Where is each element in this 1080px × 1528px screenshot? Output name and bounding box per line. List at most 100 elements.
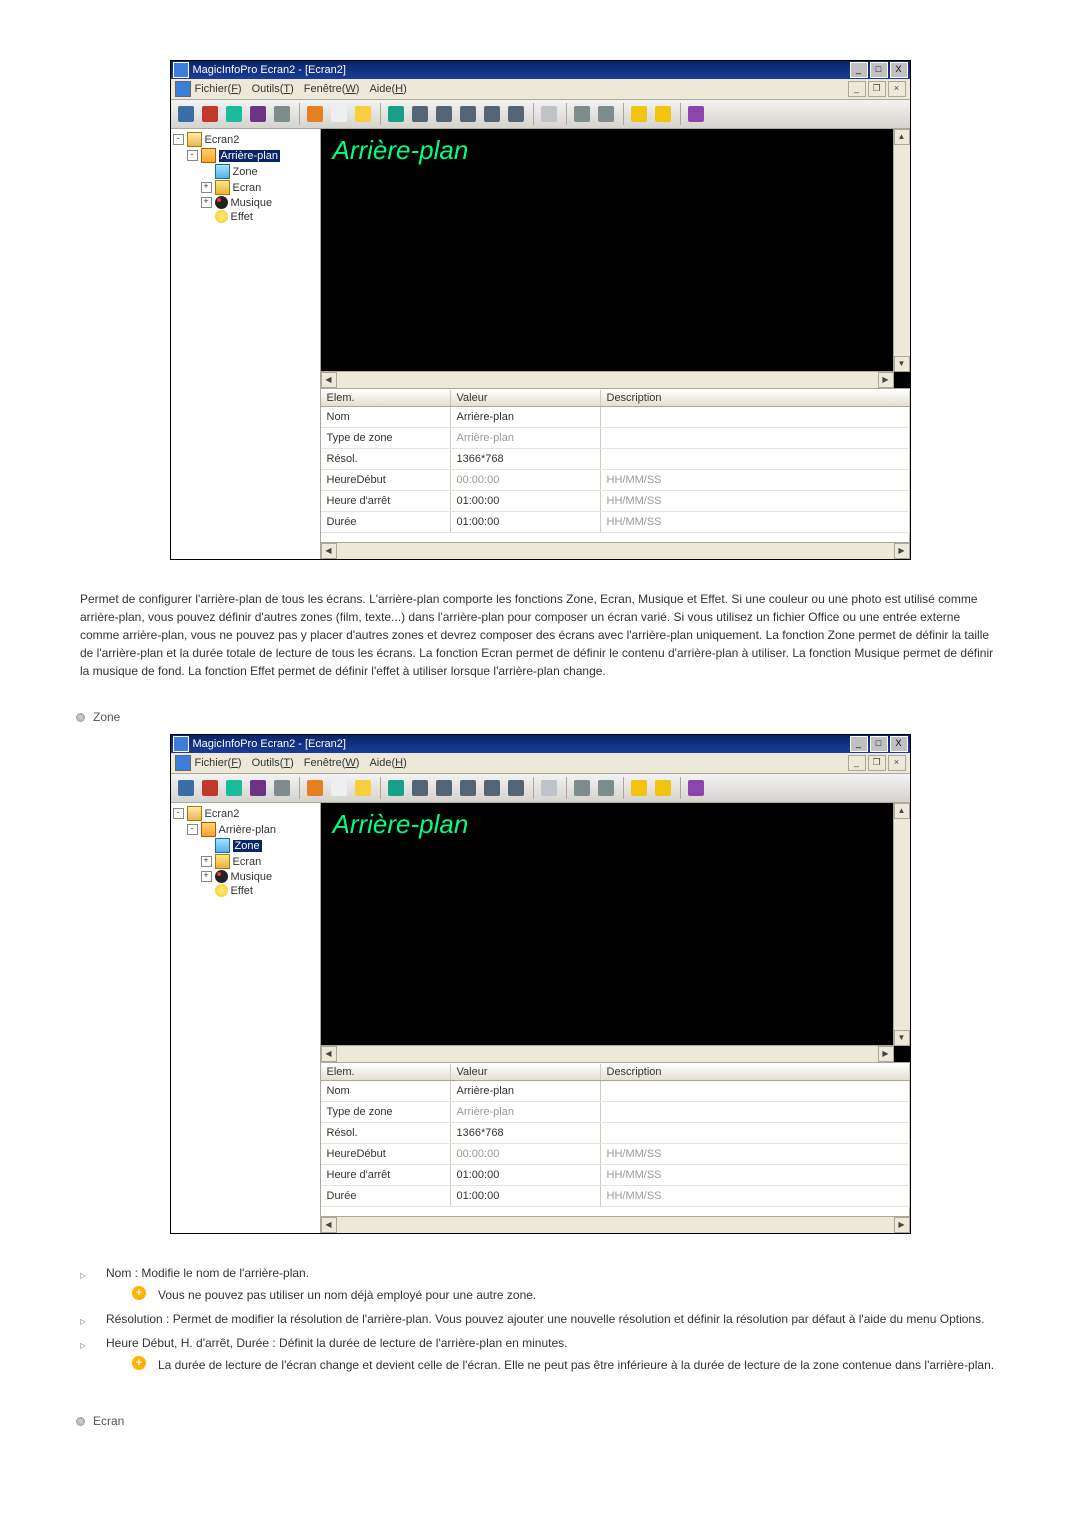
toolbar-button[interactable] (304, 103, 326, 125)
toolbar-button[interactable] (175, 103, 197, 125)
child-close-button[interactable]: × (888, 755, 906, 771)
prop-value[interactable]: 1366*768 (451, 449, 601, 469)
prop-value[interactable]: Arrière-plan (451, 1081, 601, 1101)
child-restore-button[interactable]: ❐ (868, 755, 886, 771)
scroll-down-icon[interactable]: ▼ (894, 1030, 910, 1046)
tree-ecran[interactable]: Ecran (233, 182, 262, 194)
scroll-left-icon[interactable]: ◀ (321, 1217, 337, 1233)
prop-value[interactable]: 00:00:00 (451, 1144, 601, 1164)
property-row[interactable]: Résol.1366*768 (321, 1123, 910, 1144)
toolbar-button[interactable] (385, 103, 407, 125)
prop-value[interactable]: Arrière-plan (451, 1102, 601, 1122)
preview-vscrollbar[interactable]: ▲ ▼ (893, 803, 910, 1046)
menu-help[interactable]: Aide(H) (369, 83, 406, 95)
toolbar-button[interactable] (505, 777, 527, 799)
menu-window[interactable]: Fenêtre(W) (304, 83, 360, 95)
scroll-right-icon[interactable]: ▶ (894, 543, 910, 559)
toolbar-button[interactable] (652, 777, 674, 799)
tree-ecran2[interactable]: Ecran2 (205, 134, 240, 146)
close-button[interactable]: X (890, 736, 908, 752)
menu-window[interactable]: Fenêtre(W) (304, 757, 360, 769)
toolbar-button[interactable] (481, 777, 503, 799)
toolbar-button[interactable] (175, 777, 197, 799)
child-close-button[interactable]: × (888, 81, 906, 97)
toolbar-button[interactable] (628, 103, 650, 125)
preview-hscrollbar[interactable]: ◀ ▶ (321, 1045, 894, 1062)
prop-value[interactable]: Arrière-plan (451, 428, 601, 448)
toolbar-button[interactable] (247, 103, 269, 125)
toolbar-button[interactable] (505, 103, 527, 125)
toolbar-button[interactable] (328, 103, 350, 125)
toolbar-button[interactable] (199, 103, 221, 125)
preview-hscrollbar[interactable]: ◀ ▶ (321, 371, 894, 388)
property-row[interactable]: HeureDébut00:00:00HH/MM/SS (321, 470, 910, 491)
toolbar-button[interactable] (304, 777, 326, 799)
prop-value[interactable]: 01:00:00 (451, 512, 601, 532)
tree-arriere-plan[interactable]: Arrière-plan (219, 150, 280, 162)
menu-file[interactable]: Fichier(F) (195, 757, 242, 769)
tree-ecran2[interactable]: Ecran2 (205, 808, 240, 820)
property-row[interactable]: NomArrière-plan (321, 407, 910, 428)
scroll-up-icon[interactable]: ▲ (894, 129, 910, 145)
scroll-right-icon[interactable]: ▶ (878, 1046, 894, 1062)
toolbar-button[interactable] (685, 103, 707, 125)
property-row[interactable]: Résol.1366*768 (321, 449, 910, 470)
toolbar-button[interactable] (433, 777, 455, 799)
menu-file[interactable]: Fichier(F) (195, 83, 242, 95)
prop-value[interactable]: 1366*768 (451, 1123, 601, 1143)
tree-effet[interactable]: Effet (231, 885, 253, 897)
scroll-left-icon[interactable]: ◀ (321, 372, 337, 388)
tree-musique[interactable]: Musique (231, 871, 273, 883)
tree-arriere-plan[interactable]: Arrière-plan (219, 824, 276, 836)
tree-collapse-icon[interactable]: - (187, 824, 198, 835)
toolbar-button[interactable] (199, 777, 221, 799)
property-row[interactable]: HeureDébut00:00:00HH/MM/SS (321, 1144, 910, 1165)
menu-tools[interactable]: Outils(T) (252, 757, 294, 769)
prop-value[interactable]: 01:00:00 (451, 1165, 601, 1185)
tree-expand-icon[interactable]: + (201, 197, 212, 208)
tree-collapse-icon[interactable]: - (173, 134, 184, 145)
toolbar-button[interactable] (271, 103, 293, 125)
toolbar-button[interactable] (595, 777, 617, 799)
scroll-up-icon[interactable]: ▲ (894, 803, 910, 819)
property-row[interactable]: Heure d'arrêt01:00:00HH/MM/SS (321, 1165, 910, 1186)
prop-value[interactable]: 00:00:00 (451, 470, 601, 490)
toolbar-button[interactable] (571, 777, 593, 799)
tree-collapse-icon[interactable]: - (187, 150, 198, 161)
scroll-right-icon[interactable]: ▶ (878, 372, 894, 388)
close-button[interactable]: X (890, 62, 908, 78)
property-row[interactable]: Type de zoneArrière-plan (321, 1102, 910, 1123)
child-restore-button[interactable]: ❐ (868, 81, 886, 97)
tree-zone[interactable]: Zone (233, 166, 258, 178)
toolbar-button[interactable] (352, 777, 374, 799)
toolbar-button[interactable] (409, 103, 431, 125)
child-minimize-button[interactable]: _ (848, 81, 866, 97)
toolbar-button[interactable] (352, 103, 374, 125)
scroll-left-icon[interactable]: ◀ (321, 1046, 337, 1062)
toolbar-button[interactable] (538, 777, 560, 799)
maximize-button[interactable]: □ (870, 736, 888, 752)
tree-effet[interactable]: Effet (231, 211, 253, 223)
property-row[interactable]: Durée01:00:00HH/MM/SS (321, 512, 910, 533)
grid-hscrollbar[interactable]: ◀ ▶ (321, 542, 910, 559)
toolbar-button[interactable] (223, 103, 245, 125)
toolbar-button[interactable] (538, 103, 560, 125)
property-row[interactable]: Heure d'arrêt01:00:00HH/MM/SS (321, 491, 910, 512)
tree-ecran[interactable]: Ecran (233, 856, 262, 868)
toolbar-button[interactable] (271, 777, 293, 799)
toolbar-button[interactable] (571, 103, 593, 125)
tree-expand-icon[interactable]: + (201, 856, 212, 867)
toolbar-button[interactable] (652, 103, 674, 125)
toolbar-button[interactable] (247, 777, 269, 799)
toolbar-button[interactable] (628, 777, 650, 799)
property-row[interactable]: NomArrière-plan (321, 1081, 910, 1102)
toolbar-button[interactable] (457, 777, 479, 799)
tree-expand-icon[interactable]: + (201, 871, 212, 882)
scroll-left-icon[interactable]: ◀ (321, 543, 337, 559)
menu-tools[interactable]: Outils(T) (252, 83, 294, 95)
property-row[interactable]: Type de zoneArrière-plan (321, 428, 910, 449)
toolbar-button[interactable] (223, 777, 245, 799)
toolbar-button[interactable] (457, 103, 479, 125)
toolbar-button[interactable] (385, 777, 407, 799)
preview-vscrollbar[interactable]: ▲ ▼ (893, 129, 910, 372)
